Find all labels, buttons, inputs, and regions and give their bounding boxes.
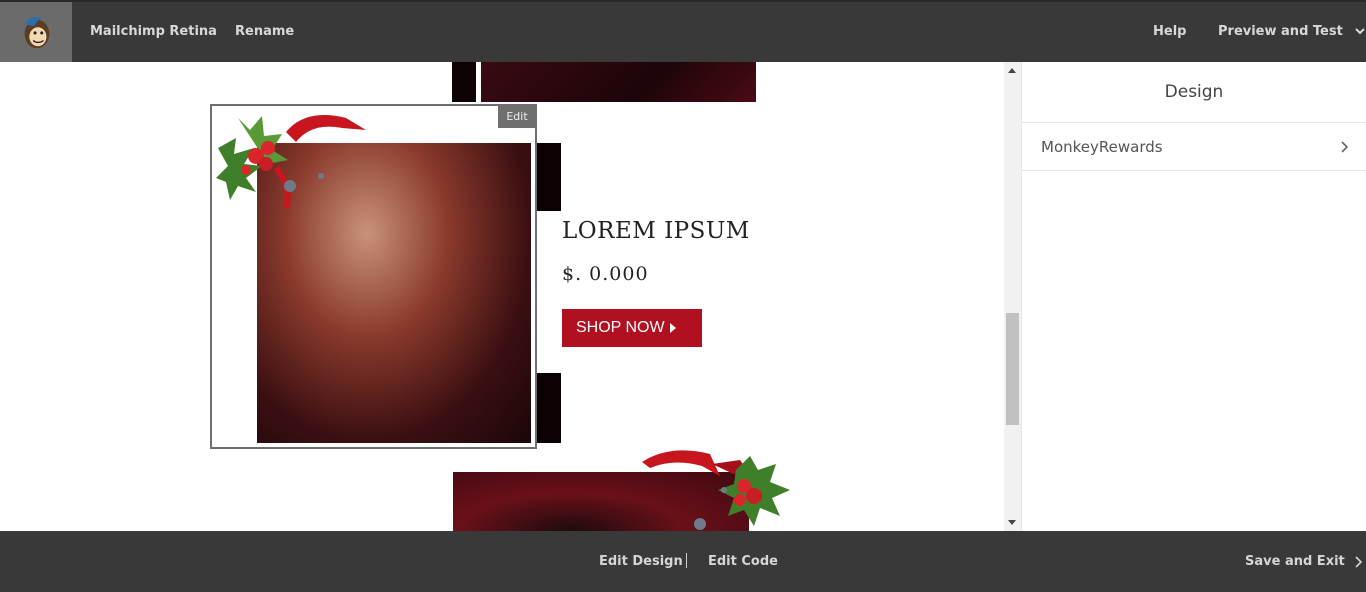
help-link[interactable]: Help xyxy=(1153,2,1186,62)
scrollbar-thumb[interactable] xyxy=(1006,313,1019,425)
product-price[interactable]: $. 0.000 xyxy=(562,263,649,285)
rename-link[interactable]: Rename xyxy=(235,2,294,62)
scroll-up-arrow-icon[interactable] xyxy=(1008,68,1016,73)
edit-design-tab[interactable]: Edit Design xyxy=(599,531,683,592)
design-sidebar: Design MonkeyRewards xyxy=(1021,62,1366,531)
sidebar-item-monkeyrewards[interactable]: MonkeyRewards xyxy=(1022,123,1366,171)
edit-block-button[interactable]: Edit xyxy=(498,106,536,128)
preview-and-test-menu[interactable]: Preview and Test xyxy=(1218,2,1366,62)
image-frame-edge xyxy=(536,143,561,211)
preview-and-test-label: Preview and Test xyxy=(1218,24,1343,39)
shop-now-button[interactable]: SHOP NOW xyxy=(562,309,702,347)
save-and-exit-label: Save and Exit xyxy=(1245,554,1345,569)
campaign-name[interactable]: Mailchimp Retina xyxy=(90,2,217,62)
sidebar-title: Design xyxy=(1022,62,1366,123)
canvas-scrollbar[interactable] xyxy=(1004,62,1021,531)
play-arrow-icon xyxy=(669,322,676,333)
image-frame-edge xyxy=(452,62,476,102)
image-frame-edge xyxy=(536,373,561,443)
scroll-down-arrow-icon[interactable] xyxy=(1008,520,1016,525)
shop-now-label: SHOP NOW xyxy=(576,319,665,336)
chevron-right-icon xyxy=(1341,141,1348,153)
holly-ribbon-icon xyxy=(642,450,790,530)
sidebar-item-label: MonkeyRewards xyxy=(1041,138,1163,156)
product-image-top[interactable] xyxy=(481,62,756,102)
divider xyxy=(686,553,687,568)
save-and-exit-button[interactable]: Save and Exit xyxy=(1245,531,1363,592)
edit-code-tab[interactable]: Edit Code xyxy=(708,531,778,592)
bottom-toolbar: Edit Design Edit Code Save and Exit xyxy=(0,531,1366,592)
selected-block-outline[interactable] xyxy=(210,104,537,449)
chevron-right-icon xyxy=(1355,555,1363,568)
product-title[interactable]: LOREM IPSUM xyxy=(562,218,750,244)
top-toolbar: Mailchimp Retina Rename Help Preview and… xyxy=(0,0,1366,62)
email-preview-canvas: Edit LOREM IPSUM $. 0.000 SHOP NOW xyxy=(0,62,1004,531)
freddie-monkey-icon xyxy=(24,17,50,49)
chevron-down-icon xyxy=(1355,28,1366,35)
mailchimp-logo-button[interactable] xyxy=(0,2,72,62)
